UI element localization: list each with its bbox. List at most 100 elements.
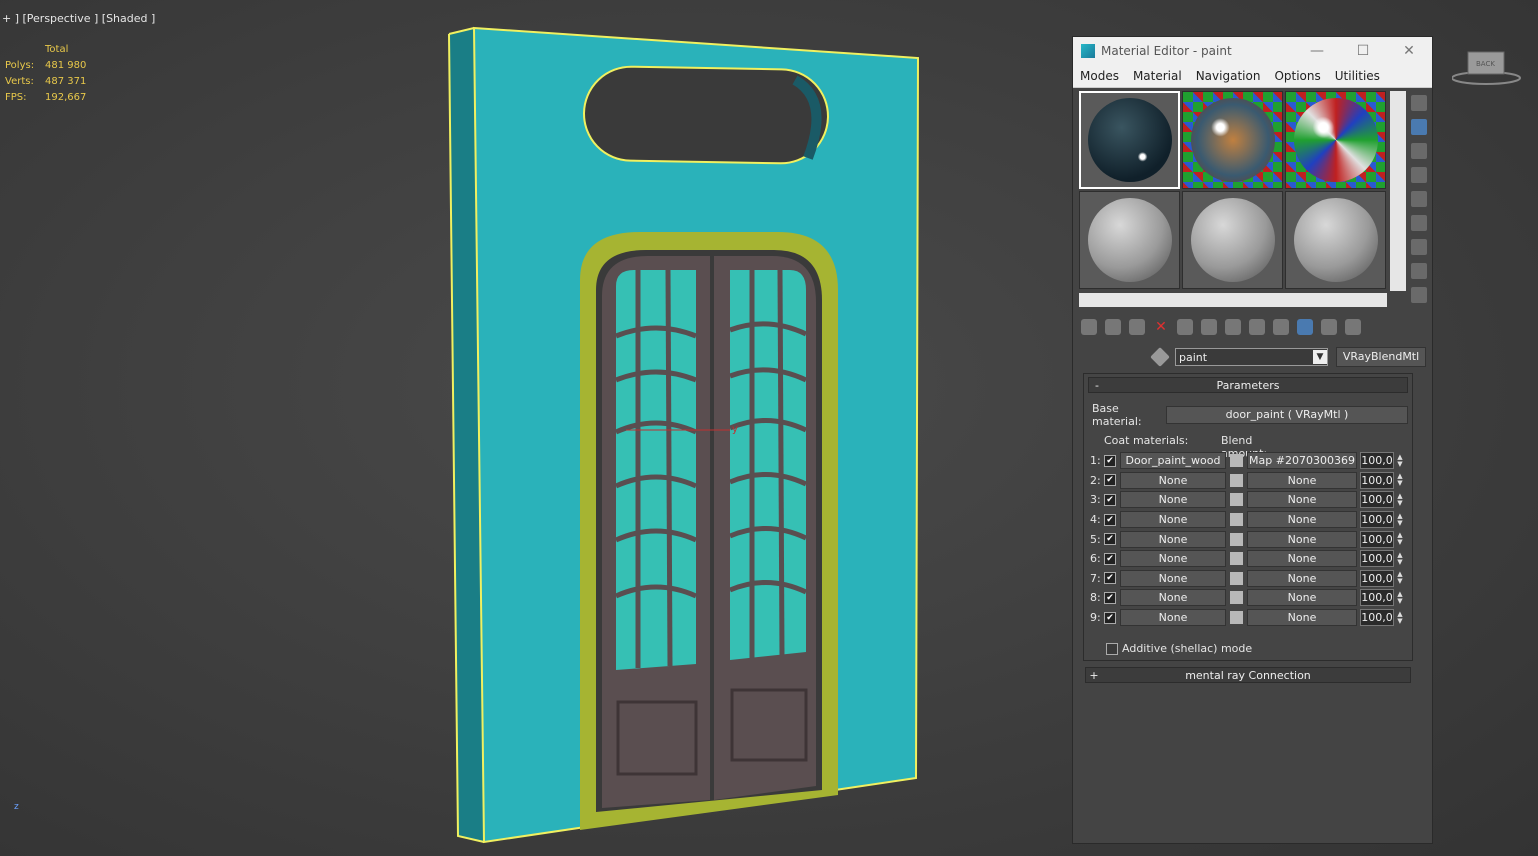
coat-enable-checkbox[interactable]: ✔ xyxy=(1104,474,1116,487)
chevron-down-icon[interactable]: ▼ xyxy=(1313,350,1327,364)
blend-amount-field[interactable]: 100,0 xyxy=(1360,550,1394,568)
close-icon[interactable]: ✕ xyxy=(1386,43,1432,59)
blend-color-swatch[interactable] xyxy=(1230,532,1243,546)
put-to-library-icon[interactable] xyxy=(1225,319,1241,335)
menu-navigation[interactable]: Navigation xyxy=(1189,69,1268,83)
blend-amount-field[interactable]: 100,0 xyxy=(1360,609,1394,627)
spinner-icon[interactable]: ▲ ▼ xyxy=(1396,532,1404,546)
material-name-field[interactable]: paint ▼ xyxy=(1175,348,1328,366)
go-to-parent-icon[interactable] xyxy=(1321,319,1337,335)
blend-map-button[interactable]: None xyxy=(1247,491,1357,509)
blend-map-button[interactable]: None xyxy=(1247,550,1357,568)
sample-slot[interactable] xyxy=(1079,91,1180,189)
blend-amount-field[interactable]: 100,0 xyxy=(1360,589,1394,607)
coat-enable-checkbox[interactable]: ✔ xyxy=(1104,454,1116,467)
coat-enable-checkbox[interactable]: ✔ xyxy=(1104,493,1116,506)
base-material-button[interactable]: door_paint ( VRayMtl ) xyxy=(1166,406,1408,424)
blend-map-button[interactable]: Map #2070300369 xyxy=(1247,452,1357,470)
sample-uv-tiling-icon[interactable] xyxy=(1411,167,1427,183)
blend-amount-field[interactable]: 100,0 xyxy=(1360,569,1394,587)
put-material-icon[interactable] xyxy=(1105,319,1121,335)
coat-material-button[interactable]: None xyxy=(1120,569,1226,587)
spinner-icon[interactable]: ▲ ▼ xyxy=(1396,492,1404,507)
show-end-result-icon[interactable] xyxy=(1297,319,1313,335)
blend-map-button[interactable]: None xyxy=(1247,511,1357,529)
viewcube[interactable]: BACK xyxy=(1451,48,1522,88)
show-shaded-material-icon[interactable] xyxy=(1273,319,1289,335)
slots-vertical-scrollbar[interactable] xyxy=(1390,91,1406,291)
blend-color-swatch[interactable] xyxy=(1230,552,1243,566)
coat-material-button[interactable]: None xyxy=(1120,511,1226,529)
select-by-material-icon[interactable] xyxy=(1411,263,1427,279)
slots-horizontal-scrollbar[interactable] xyxy=(1079,293,1387,307)
sample-type-icon[interactable] xyxy=(1411,95,1427,111)
material-editor-titlebar[interactable]: Material Editor - paint — ☐ ✕ xyxy=(1073,37,1432,65)
copy-material-icon[interactable] xyxy=(1177,319,1193,335)
reset-map-icon[interactable]: ✕ xyxy=(1153,319,1169,335)
blend-color-swatch[interactable] xyxy=(1230,611,1243,625)
spinner-icon[interactable]: ▲ ▼ xyxy=(1396,473,1404,487)
minimize-icon[interactable]: — xyxy=(1294,43,1340,59)
material-editor-window[interactable]: Material Editor - paint — ☐ ✕ Modes Mate… xyxy=(1072,36,1433,844)
blend-map-button[interactable]: None xyxy=(1247,471,1357,489)
blend-amount-field[interactable]: 100,0 xyxy=(1360,491,1394,509)
expand-icon[interactable]: + xyxy=(1086,669,1102,682)
coat-material-button[interactable]: None xyxy=(1120,589,1226,607)
blend-color-swatch[interactable] xyxy=(1230,571,1243,585)
sample-slot[interactable] xyxy=(1079,191,1180,289)
blend-color-swatch[interactable] xyxy=(1230,493,1243,507)
coat-material-button[interactable]: None xyxy=(1120,471,1226,489)
mental-ray-rollout-header[interactable]: + mental ray Connection xyxy=(1085,667,1411,683)
coat-material-button[interactable]: None xyxy=(1120,550,1226,568)
backlight-icon[interactable] xyxy=(1411,119,1427,135)
spinner-icon[interactable]: ▲ ▼ xyxy=(1396,590,1404,605)
sample-slot[interactable] xyxy=(1182,191,1283,289)
blend-amount-field[interactable]: 100,0 xyxy=(1360,452,1394,470)
coat-material-button[interactable]: Door_paint_wood xyxy=(1120,452,1226,470)
menu-utilities[interactable]: Utilities xyxy=(1328,69,1387,83)
make-preview-icon[interactable] xyxy=(1411,215,1427,231)
coat-enable-checkbox[interactable]: ✔ xyxy=(1104,533,1116,546)
blend-amount-field[interactable]: 100,0 xyxy=(1360,511,1394,529)
assign-material-icon[interactable] xyxy=(1129,319,1145,335)
menu-modes[interactable]: Modes xyxy=(1073,69,1126,83)
sample-slot[interactable] xyxy=(1285,191,1386,289)
blend-amount-field[interactable]: 100,0 xyxy=(1360,471,1394,489)
blend-color-swatch[interactable] xyxy=(1230,454,1243,468)
material-type-button[interactable]: VRayBlendMtl xyxy=(1336,347,1426,367)
make-unique-icon[interactable] xyxy=(1201,319,1217,335)
blend-map-button[interactable]: None xyxy=(1247,530,1357,548)
coat-enable-checkbox[interactable]: ✔ xyxy=(1104,572,1116,585)
blend-map-button[interactable]: None xyxy=(1247,609,1357,627)
maximize-icon[interactable]: ☐ xyxy=(1340,43,1386,59)
parameters-rollout-header[interactable]: - Parameters xyxy=(1088,377,1408,393)
background-icon[interactable] xyxy=(1411,143,1427,159)
coat-material-button[interactable]: None xyxy=(1120,491,1226,509)
eyedropper-icon[interactable] xyxy=(1150,347,1170,367)
coat-material-button[interactable]: None xyxy=(1120,609,1226,627)
spinner-icon[interactable]: ▲ ▼ xyxy=(1396,512,1404,527)
sample-slot[interactable] xyxy=(1182,91,1283,189)
blend-amount-field[interactable]: 100,0 xyxy=(1360,530,1394,548)
blend-color-swatch[interactable] xyxy=(1230,513,1243,527)
menu-options[interactable]: Options xyxy=(1267,69,1327,83)
collapse-icon[interactable]: - xyxy=(1089,379,1105,392)
menu-material[interactable]: Material xyxy=(1126,69,1189,83)
options-icon[interactable] xyxy=(1411,239,1427,255)
spinner-icon[interactable]: ▲ ▼ xyxy=(1396,610,1404,625)
coat-enable-checkbox[interactable]: ✔ xyxy=(1104,591,1116,604)
blend-map-button[interactable]: None xyxy=(1247,569,1357,587)
video-color-check-icon[interactable] xyxy=(1411,191,1427,207)
go-forward-sibling-icon[interactable] xyxy=(1345,319,1361,335)
coat-enable-checkbox[interactable]: ✔ xyxy=(1104,552,1116,565)
blend-color-swatch[interactable] xyxy=(1230,591,1243,605)
spinner-icon[interactable]: ▲ ▼ xyxy=(1396,453,1404,468)
coat-material-button[interactable]: None xyxy=(1120,530,1226,548)
blend-color-swatch[interactable] xyxy=(1230,473,1243,487)
spinner-icon[interactable]: ▲ ▼ xyxy=(1396,571,1404,585)
get-material-icon[interactable] xyxy=(1081,319,1097,335)
material-id-channel-icon[interactable] xyxy=(1249,319,1265,335)
coat-enable-checkbox[interactable]: ✔ xyxy=(1104,513,1116,526)
blend-map-button[interactable]: None xyxy=(1247,589,1357,607)
additive-checkbox[interactable] xyxy=(1106,642,1118,655)
